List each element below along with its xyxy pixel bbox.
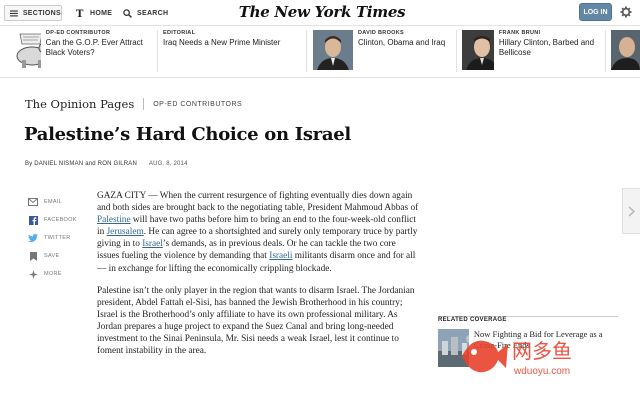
- facebook-icon: [28, 215, 38, 225]
- ribbon-item[interactable]: FRANK BRUNI Hillary Clinton, Barbed and …: [462, 30, 602, 74]
- next-article-button[interactable]: [622, 188, 640, 234]
- search-icon: [123, 8, 132, 18]
- ribbon-headline[interactable]: Hillary Clinton, Barbed and Bellicose: [499, 38, 602, 58]
- email-icon: [28, 197, 38, 207]
- sections-label: SECTIONS: [22, 9, 61, 17]
- ribbon-divider: [157, 30, 158, 72]
- ribbon-divider: [306, 30, 307, 72]
- ribbon-kicker: EDITORIAL: [163, 30, 196, 36]
- nyt-t-icon: T: [76, 9, 84, 18]
- share-more-label: MORE: [44, 271, 62, 277]
- related-heading: RELATED COVERAGE: [438, 316, 618, 323]
- link-palestine[interactable]: Palestine: [97, 215, 131, 225]
- share-email-label: EMAIL: [44, 199, 63, 205]
- article-date: AUG. 8, 2014: [148, 161, 188, 167]
- ribbon-thumb-portrait[interactable]: [611, 30, 640, 70]
- ribbon-headline[interactable]: Iraq Needs a New Prime Minister: [163, 38, 280, 48]
- chevron-right-icon: [628, 205, 635, 217]
- share-facebook-label: FACEBOOK: [44, 217, 77, 223]
- share-twitter-label: TWITTER: [44, 235, 71, 241]
- twitter-icon: [28, 233, 38, 243]
- login-button[interactable]: LOG IN: [579, 3, 612, 21]
- share-save[interactable]: SAVE: [28, 247, 77, 265]
- link-jerusalem[interactable]: Jerusalem: [107, 227, 144, 237]
- share-more[interactable]: MORE: [28, 265, 77, 283]
- ribbon-thumb-portrait: [462, 30, 494, 70]
- more-icon: [28, 269, 38, 279]
- home-button[interactable]: T HOME: [76, 5, 112, 21]
- watermark-url: wduoyu.com: [513, 366, 570, 377]
- gear-icon[interactable]: [620, 6, 632, 18]
- ribbon-kicker: DAVID BROOKS: [358, 30, 404, 36]
- byline-authors: By DANIEL NISMAN and RON GILRAN: [25, 161, 138, 167]
- watermark: 网多鱼 wduoyu.com: [458, 330, 608, 384]
- share-tools: EMAIL FACEBOOK TWITTER SAVE MORE: [28, 193, 77, 283]
- subsection-name[interactable]: OP-ED CONTRIBUTORS: [153, 101, 242, 108]
- article-paragraph: Palestine isn’t the only player in the r…: [97, 285, 415, 357]
- ribbon-item[interactable]: DAVID BROOKS Clinton, Obama and Iraq: [313, 30, 453, 74]
- share-facebook[interactable]: FACEBOOK: [28, 211, 77, 229]
- ribbon-headline[interactable]: Clinton, Obama and Iraq: [358, 38, 445, 48]
- opinion-ribbon: OP-ED CONTRIBUTOR Can the G.O.P. Ever At…: [0, 26, 640, 78]
- ribbon-thumb-portrait: [313, 30, 353, 70]
- ribbon-divider: [456, 30, 457, 72]
- search-button[interactable]: SEARCH: [123, 5, 168, 21]
- section-divider: [143, 98, 145, 110]
- ribbon-divider: [605, 30, 606, 72]
- share-twitter[interactable]: TWITTER: [28, 229, 77, 247]
- share-email[interactable]: EMAIL: [28, 193, 77, 211]
- section-name[interactable]: The Opinion Pages: [25, 97, 134, 111]
- share-save-label: SAVE: [44, 253, 60, 259]
- ribbon-kicker: OP-ED CONTRIBUTOR: [45, 30, 111, 36]
- search-label: SEARCH: [137, 9, 169, 17]
- site-logo[interactable]: The New York Times: [232, 3, 412, 21]
- byline: By DANIEL NISMAN and RON GILRAN AUG. 8, …: [25, 161, 188, 167]
- ribbon-item[interactable]: OP-ED CONTRIBUTOR Can the G.O.P. Ever At…: [12, 30, 152, 74]
- link-israeli[interactable]: Israeli: [269, 251, 292, 261]
- top-bar: SECTIONS T HOME SEARCH The New York Time…: [0, 0, 640, 26]
- hamburger-icon: [10, 9, 18, 16]
- save-icon: [28, 251, 38, 261]
- ribbon-headline[interactable]: Can the G.O.P. Ever Attract Black Voters…: [46, 38, 152, 58]
- watermark-cn: 网多鱼: [512, 339, 572, 363]
- link-israel[interactable]: Israel: [142, 239, 163, 249]
- sections-button[interactable]: SECTIONS: [4, 5, 62, 21]
- home-label: HOME: [90, 9, 113, 17]
- article-paragraph: GAZA CITY — When the current resurgence …: [97, 191, 419, 274]
- ribbon-thumb-cartoon: [12, 30, 41, 70]
- ribbon-kicker: FRANK BRUNI: [498, 30, 541, 36]
- article-body: GAZA CITY — When the current resurgence …: [97, 190, 420, 367]
- svg-text:T: T: [76, 9, 84, 18]
- ribbon-item[interactable]: EDITORIAL Iraq Needs a New Prime Ministe…: [163, 30, 303, 74]
- section-label: The Opinion Pages OP-ED CONTRIBUTORS: [25, 97, 242, 111]
- article-title: Palestine’s Hard Choice on Israel: [24, 124, 351, 145]
